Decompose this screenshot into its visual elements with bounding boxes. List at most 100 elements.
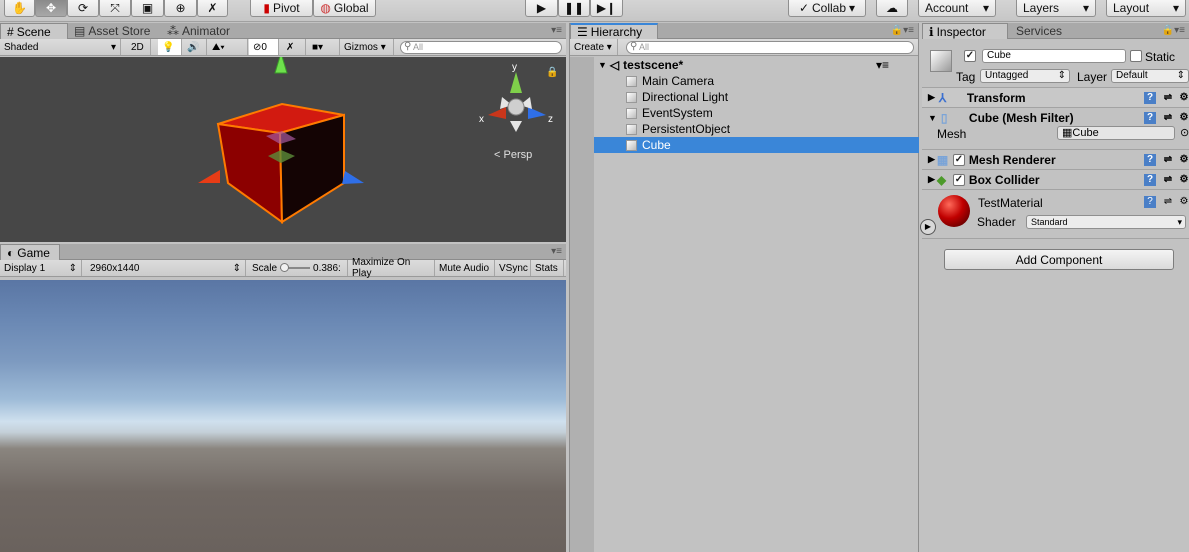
- help-icon[interactable]: ?: [1144, 196, 1156, 208]
- settings-gear-icon[interactable]: ⚙: [1178, 174, 1189, 186]
- stats-toggle[interactable]: Stats: [531, 260, 564, 276]
- preset-icon[interactable]: ⇌: [1162, 174, 1174, 186]
- help-icon[interactable]: ?: [1144, 112, 1156, 124]
- object-name-input[interactable]: Cube: [982, 49, 1126, 63]
- tab-game[interactable]: ◐ Game: [0, 244, 60, 260]
- z-axis-handle[interactable]: [342, 171, 364, 184]
- material-preview-sphere[interactable]: [938, 195, 970, 227]
- layout-dropdown[interactable]: Layout ▾: [1106, 0, 1186, 17]
- rect-tool-button[interactable]: ▣: [131, 0, 164, 17]
- settings-gear-icon[interactable]: ⚙: [1178, 196, 1189, 208]
- hierarchy-item-main-camera[interactable]: Main Camera: [570, 73, 919, 89]
- rotate-tool-button[interactable]: ⟳: [67, 0, 99, 17]
- preset-icon[interactable]: ⇌: [1162, 154, 1174, 166]
- help-icon[interactable]: ?: [1144, 92, 1156, 104]
- resolution-dropdown[interactable]: 2960x1440 ⇕: [86, 260, 246, 276]
- effects-dropdown[interactable]: ⛰▾: [208, 39, 248, 55]
- mesh-field[interactable]: ▦Cube: [1057, 126, 1175, 140]
- x-axis-handle[interactable]: [198, 170, 220, 183]
- create-dropdown[interactable]: Create ▾: [570, 39, 618, 55]
- orientation-gizmo[interactable]: [488, 72, 546, 132]
- hierarchy-search-input[interactable]: All: [626, 41, 914, 54]
- pause-button[interactable]: ❚❚: [558, 0, 590, 17]
- hidden-toggle[interactable]: ⊘ 0: [249, 39, 279, 55]
- lock-menu-icon[interactable]: 🔒▾≡: [891, 25, 914, 36]
- static-checkbox[interactable]: [1130, 50, 1142, 62]
- custom-tool-button[interactable]: ✗: [197, 0, 228, 17]
- expand-arrow-icon[interactable]: ▼: [928, 113, 937, 123]
- hierarchy-item-directional-light[interactable]: Directional Light: [570, 89, 919, 105]
- preset-icon[interactable]: ⇌: [1162, 196, 1174, 208]
- shading-dropdown[interactable]: Shaded ▾: [0, 39, 121, 55]
- scene-root-item[interactable]: ▼ ◁ testscene* ▾≡: [570, 57, 919, 73]
- panel-menu-icon[interactable]: ▾≡: [551, 25, 562, 36]
- global-button[interactable]: ◍ Global: [313, 0, 376, 17]
- play-button[interactable]: ▶: [525, 0, 558, 17]
- scale-slider-thumb[interactable]: [280, 263, 290, 272]
- component-transform[interactable]: ▶ ⅄ Transform ? ⇌ ⚙: [922, 87, 1189, 107]
- help-icon[interactable]: ?: [1144, 154, 1156, 166]
- component-mesh-renderer[interactable]: ▶ ▦ ✓ Mesh Renderer ? ⇌ ⚙: [922, 149, 1189, 169]
- move-tool-button[interactable]: ✥: [35, 0, 67, 17]
- tab-services[interactable]: Services: [1010, 23, 1068, 39]
- step-button[interactable]: ▶❙: [590, 0, 623, 17]
- lighting-toggle[interactable]: 💡: [158, 39, 182, 55]
- enabled-checkbox[interactable]: ✓: [952, 153, 965, 166]
- hand-tool-button[interactable]: ✋: [4, 0, 35, 17]
- persp-label[interactable]: < Persp: [494, 149, 532, 161]
- cube-object[interactable]: [216, 102, 345, 224]
- hierarchy-item-persistentobject[interactable]: PersistentObject: [570, 121, 919, 137]
- expand-arrow-icon[interactable]: ▶: [928, 174, 935, 185]
- layers-dropdown[interactable]: Layers ▾: [1016, 0, 1096, 17]
- display-dropdown[interactable]: Display 1 ⇕: [0, 260, 82, 276]
- material-foldout-button[interactable]: ▶: [920, 219, 936, 235]
- settings-gear-icon[interactable]: ⚙: [1178, 92, 1189, 104]
- lock-menu-icon[interactable]: 🔒▾≡: [1162, 25, 1185, 36]
- transform-tool-button[interactable]: ⊕: [164, 0, 197, 17]
- collab-dropdown[interactable]: ✓ Collab ▾: [788, 0, 866, 17]
- gizmos-dropdown[interactable]: Gizmos ▾: [340, 39, 394, 55]
- scene-menu-icon[interactable]: ▾≡: [876, 58, 889, 72]
- help-icon[interactable]: ?: [1144, 174, 1156, 186]
- settings-gear-icon[interactable]: ⚙: [1178, 154, 1189, 166]
- 2d-toggle[interactable]: 2D: [127, 39, 151, 55]
- preset-icon[interactable]: ⇌: [1162, 112, 1174, 124]
- settings-gear-icon[interactable]: ⚙: [1178, 112, 1189, 124]
- camera-dropdown[interactable]: ■▾: [308, 39, 340, 55]
- hierarchy-item-eventsystem[interactable]: EventSystem: [570, 105, 919, 121]
- vsync-toggle[interactable]: VSync: [495, 260, 531, 276]
- expand-arrow-icon[interactable]: ▶: [928, 154, 935, 165]
- tab-scene[interactable]: # Scene: [0, 23, 68, 39]
- expand-arrow-icon[interactable]: ▼: [598, 60, 607, 70]
- component-mesh-filter[interactable]: ▼ ▯ Cube (Mesh Filter) ? ⇌ ⚙: [922, 107, 1189, 127]
- tools-toggle[interactable]: ✗: [282, 39, 306, 55]
- mute-audio-toggle[interactable]: Mute Audio: [435, 260, 495, 276]
- tab-animator[interactable]: ⁂ Animator: [161, 23, 236, 39]
- audio-toggle[interactable]: 🔊: [183, 39, 207, 55]
- game-viewport[interactable]: [0, 280, 566, 552]
- hierarchy-item-cube-selected[interactable]: Cube: [570, 137, 919, 153]
- expand-arrow-icon[interactable]: ▶: [928, 92, 935, 103]
- pivot-button[interactable]: ▮ Pivot: [250, 0, 313, 17]
- scene-search-input[interactable]: All: [400, 41, 562, 54]
- tag-dropdown[interactable]: Untagged ⇕: [980, 69, 1070, 83]
- tab-inspector[interactable]: ℹ Inspector: [922, 23, 1008, 39]
- component-box-collider[interactable]: ▶ ◆ ✓ Box Collider ? ⇌ ⚙: [922, 169, 1189, 189]
- active-checkbox[interactable]: ✓: [964, 50, 976, 62]
- preset-icon[interactable]: ⇌: [1162, 92, 1174, 104]
- tab-hierarchy[interactable]: ☰ Hierarchy: [570, 23, 658, 39]
- tab-asset-store[interactable]: ▤ Asset Store: [68, 23, 156, 39]
- object-picker-icon[interactable]: ⊙: [1180, 126, 1189, 139]
- shader-dropdown[interactable]: Standard ▾: [1026, 215, 1186, 229]
- maximize-on-play-toggle[interactable]: Maximize On Play: [348, 257, 435, 279]
- account-dropdown[interactable]: Account ▾: [918, 0, 996, 17]
- add-component-button[interactable]: Add Component: [944, 249, 1174, 270]
- cloud-button[interactable]: ☁: [876, 0, 908, 17]
- scale-tool-button[interactable]: ⤧: [99, 0, 131, 17]
- scene-viewport[interactable]: y x z 🔒 < Persp: [0, 51, 566, 242]
- scale-slider[interactable]: [280, 263, 311, 272]
- y-axis-handle[interactable]: [274, 51, 288, 74]
- enabled-checkbox[interactable]: ✓: [952, 173, 965, 186]
- lock-icon[interactable]: 🔒: [546, 67, 558, 78]
- layer-dropdown[interactable]: Default ⇕: [1111, 69, 1189, 83]
